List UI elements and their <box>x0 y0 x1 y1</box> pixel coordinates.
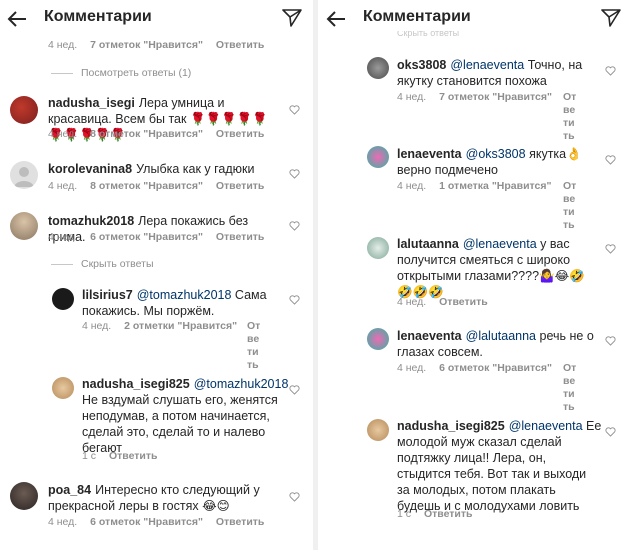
reply-button[interactable]: Ответить <box>109 450 158 462</box>
reply-button[interactable]: Ответить <box>216 39 265 51</box>
comment-meta: 4 нед. 6 отметок "Нравится" Ответить <box>48 516 265 528</box>
likes-count[interactable]: 6 отметок "Нравится" <box>439 362 552 374</box>
reply-button[interactable]: Ответить <box>247 320 261 372</box>
divider-line <box>51 72 73 74</box>
username-link[interactable]: oks3808 <box>397 58 446 72</box>
likes-count[interactable]: 6 отметок "Нравится" <box>90 231 203 243</box>
comment-meta: 4 нед. 6 отметок "Нравится" <box>397 362 552 374</box>
heart-icon[interactable] <box>289 295 300 305</box>
reply-button[interactable]: Ответить <box>424 508 473 520</box>
heart-icon[interactable] <box>605 336 616 346</box>
comment-text: lenaeventa @lalutaanna речь не о глазах с… <box>397 329 594 359</box>
heart-icon[interactable] <box>289 169 300 179</box>
reply-button[interactable]: Ответить <box>439 296 488 308</box>
likes-count[interactable]: 7 отметок "Нравится" <box>90 39 203 51</box>
likes-count[interactable]: 1 отметка "Нравится" <box>439 180 551 192</box>
mention-link[interactable]: @lenaeventa <box>509 419 583 433</box>
panel-divider <box>313 0 318 550</box>
left-comments-panel: Комментарии 4 нед. 7 отметок "Нравится" … <box>0 0 312 550</box>
hide-replies-link[interactable]: Скрыть ответы <box>397 31 459 39</box>
mention-link[interactable]: @lenaeventa <box>450 58 524 72</box>
comment-meta: 1 с Ответить <box>397 508 473 520</box>
comment-meta: 4 нед. 1 отметка "Нравится" <box>397 180 552 192</box>
heart-icon[interactable] <box>289 492 300 502</box>
comment-text: lalutaanna @lenaeventa у вас получится см… <box>397 237 585 299</box>
send-icon[interactable] <box>601 8 621 28</box>
comment-text: korolevanina8 Улыбка как у гадюки <box>48 162 255 176</box>
top-comment-meta: 4 нед. 7 отметок "Нравится" Ответить <box>48 39 265 51</box>
heart-icon[interactable] <box>289 221 300 231</box>
divider-line <box>51 263 73 265</box>
heart-icon[interactable] <box>605 66 616 76</box>
back-arrow-icon[interactable] <box>6 9 28 29</box>
comment-meta: 4 нед. 8 отметок "Нравится" Ответить <box>48 128 265 140</box>
comment-text: lenaeventa @oks3808 якутка👌 верно подмече… <box>397 147 582 177</box>
mention-link[interactable]: @lalutaanna <box>466 329 536 343</box>
username-link[interactable]: nadusha_isegi825 <box>82 377 190 391</box>
reply-button[interactable]: Ответить <box>563 180 577 232</box>
reply-button[interactable]: Ответить <box>563 362 577 414</box>
view-replies-link[interactable]: Посмотреть ответы (1) <box>51 67 191 79</box>
back-arrow-icon[interactable] <box>325 9 347 29</box>
reply-button[interactable]: Ответить <box>563 91 577 143</box>
comment-meta: 4 нед. 6 отметок "Нравится" Ответить <box>48 231 265 243</box>
username-link[interactable]: lenaeventa <box>397 147 462 161</box>
likes-count[interactable]: 7 отметок "Нравится" <box>439 91 552 103</box>
page-title: Комментарии <box>363 8 471 25</box>
header: Комментарии <box>0 0 312 38</box>
heart-icon[interactable] <box>605 427 616 437</box>
heart-icon[interactable] <box>605 244 616 254</box>
comment-text: oks3808 @lenaeventa Точно, на якутку стан… <box>397 58 583 88</box>
username-link[interactable]: nadusha_isegi825 <box>397 419 505 433</box>
avatar[interactable] <box>367 419 389 441</box>
comment-meta: 4 нед. 7 отметок "Нравится" <box>397 91 552 103</box>
page-title: Комментарии <box>44 8 152 25</box>
username-link[interactable]: lalutaanna <box>397 237 459 251</box>
mention-link[interactable]: @tomazhuk2018 <box>194 377 289 391</box>
likes-count[interactable]: 2 отметки "Нравится" <box>124 320 237 332</box>
comment-text: nadusha_isegi825 @tomazhuk2018 Не вздумай… <box>82 377 289 455</box>
avatar[interactable] <box>10 96 38 124</box>
mention-link[interactable]: @oks3808 <box>466 147 526 161</box>
send-icon[interactable] <box>282 8 302 28</box>
avatar[interactable] <box>367 237 389 259</box>
reply-button[interactable]: Ответить <box>216 180 265 192</box>
avatar[interactable] <box>367 328 389 350</box>
heart-icon[interactable] <box>289 385 300 395</box>
hide-replies-link[interactable]: Скрыть ответы <box>51 258 154 270</box>
reply-button[interactable]: Ответить <box>216 128 265 140</box>
avatar[interactable] <box>52 288 74 310</box>
likes-count[interactable]: 6 отметок "Нравится" <box>90 516 203 528</box>
username-link[interactable]: lilsirius7 <box>82 288 133 302</box>
username-link[interactable]: tomazhuk2018 <box>48 214 134 228</box>
mention-link[interactable]: @lenaeventa <box>463 237 537 251</box>
username-link[interactable]: lenaeventa <box>397 329 462 343</box>
avatar[interactable] <box>10 482 38 510</box>
heart-icon[interactable] <box>289 105 300 115</box>
likes-count[interactable]: 8 отметок "Нравится" <box>90 180 203 192</box>
reply-button[interactable]: Ответить <box>216 231 265 243</box>
comment-meta: 4 нед. 8 отметок "Нравится" Ответить <box>48 180 265 192</box>
username-link[interactable]: korolevanina8 <box>48 162 132 176</box>
username-link[interactable]: poa_84 <box>48 483 91 497</box>
likes-count[interactable]: 8 отметок "Нравится" <box>90 128 203 140</box>
avatar[interactable] <box>10 212 38 240</box>
comment-meta: 1 с Ответить <box>82 450 158 462</box>
avatar[interactable] <box>367 57 389 79</box>
mention-link[interactable]: @tomazhuk2018 <box>137 288 232 302</box>
avatar[interactable] <box>10 161 38 189</box>
comment-text: poa_84 Интересно кто следующий у прекрасн… <box>48 483 260 513</box>
comment-text: nadusha_isegi825 @lenaeventa Ее молодой м… <box>397 419 602 513</box>
header: Комментарии <box>319 0 631 38</box>
username-link[interactable]: nadusha_isegi <box>48 96 135 110</box>
comment-meta: 4 нед. 2 отметки "Нравится" <box>82 320 238 332</box>
comment-meta: 4 нед. Ответить <box>397 296 488 308</box>
comment-text: lilsirius7 @tomazhuk2018 Сама покажись. М… <box>82 288 267 318</box>
avatar[interactable] <box>52 377 74 399</box>
avatar[interactable] <box>367 146 389 168</box>
reply-button[interactable]: Ответить <box>216 516 265 528</box>
heart-icon[interactable] <box>605 155 616 165</box>
right-comments-panel: Комментарии Скрыть ответы oks3808 @lenaev… <box>319 0 631 550</box>
